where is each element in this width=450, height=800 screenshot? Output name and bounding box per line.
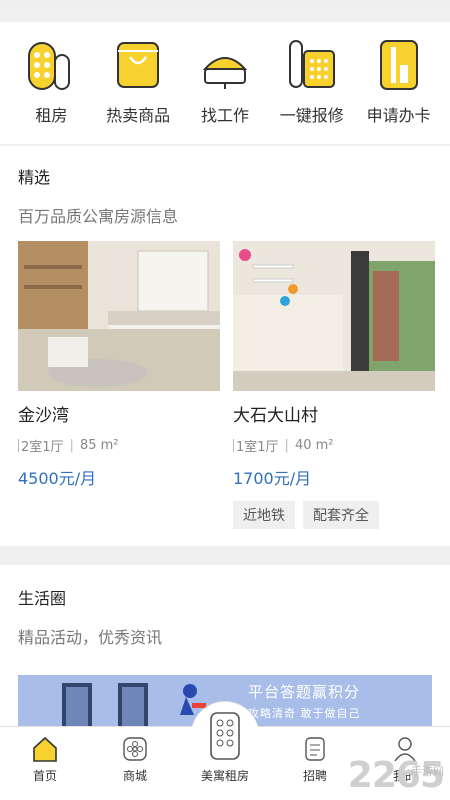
quick-repair[interactable]: 一键报修 [271,22,353,144]
quick-apply-card[interactable]: 申请办卡 [358,22,440,144]
meta-separator: | [69,438,74,453]
tab-home-label: 首页 [32,769,57,783]
home-icon [33,736,57,762]
top-strip [0,0,450,12]
quick-hot-goods-label: 热卖商品 [106,106,171,125]
listing-photo [18,241,220,391]
listing-price: 4500元/月 [18,469,97,488]
center-button [191,701,259,769]
featured-title: 精选 [18,168,51,187]
watermark-text: 手游网 [411,765,444,778]
tag-near-subway: 近地铁 [233,501,295,529]
quick-actions: 租房 热卖商品 找工作 一键报修 申请办卡 [0,22,450,144]
listing-tags: 近地铁 配套齐全 [233,501,379,529]
remote-icon [210,711,240,760]
banner-title: 平台答题赢积分 [248,683,361,701]
quick-hot-goods[interactable]: 热卖商品 [97,22,179,144]
tab-mall-label: 商城 [122,769,147,783]
card-icon [371,36,427,94]
tab-recruit[interactable]: 招聘 [270,727,360,800]
quick-find-job-label: 找工作 [200,106,249,125]
listing-price: 1700元/月 [233,469,312,488]
quick-rent[interactable]: 租房 [10,22,92,144]
listing-area: 40 m² [294,438,334,453]
quick-rent-label: 租房 [35,106,68,125]
listing-name: 大石大山村 [233,406,318,426]
life-subtitle: 精品活动，优秀资讯 [18,628,163,647]
quick-apply-card-label: 申请办卡 [366,106,431,125]
listing-name: 金沙湾 [18,406,69,426]
quick-repair-label: 一键报修 [279,106,344,125]
featured-section: 精选 百万品质公寓房源信息 金沙湾 2室1厅 | 85 m² 4500元/月 大… [0,146,450,546]
listing-card[interactable]: 金沙湾 2室1厅 | 85 m² 4500元/月 [18,241,220,489]
listing-card[interactable]: 大石大山村 1室1厅 | 40 m² 1700元/月 [233,241,435,489]
listing-area: 85 m² [79,438,119,453]
job-icon [197,36,253,94]
listing-layout: 1室1厅 [236,440,279,455]
tab-mall[interactable]: 商城 [90,727,180,800]
shopping-bag-icon [110,36,166,94]
listing-meta: 1室1厅 | 40 m² [233,436,435,455]
meta-divider [233,439,234,452]
tag-full-amenities: 配套齐全 [303,501,379,529]
recruit-icon [305,737,325,761]
meta-divider [18,439,19,452]
banner-subtitle: 攻略清奇 敢于做自己 [248,707,361,720]
tab-recruit-label: 招聘 [302,769,327,783]
life-title: 生活圈 [18,589,67,608]
mall-icon [123,737,147,761]
tab-home[interactable]: 首页 [0,727,90,800]
featured-subtitle: 百万品质公寓房源信息 [18,207,179,226]
tab-apartment-rent[interactable]: 美寓租房 [180,701,270,800]
tab-apartment-rent-label: 美寓租房 [200,769,249,783]
repair-icon [284,36,340,94]
meta-separator: | [284,438,289,453]
site-watermark: 2265 手游网 [348,755,445,796]
listing-photo [233,241,435,391]
listing-meta: 2室1厅 | 85 m² [18,436,220,455]
listing-layout: 2室1厅 [21,440,64,455]
rent-icon [23,36,79,94]
quick-find-job[interactable]: 找工作 [184,22,266,144]
